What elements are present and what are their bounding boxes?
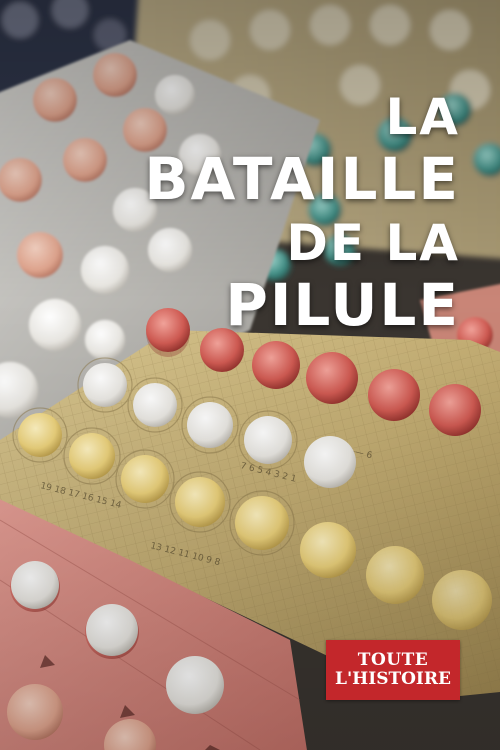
- title-line-1: LA: [385, 88, 460, 146]
- channel-logo-line-1: TOUTE: [357, 650, 429, 670]
- poster: 19 18 17 16 15 14 13 12 11 10 9 8 7 6 5 …: [0, 0, 500, 750]
- channel-logo-line-2: L'HISTOIRE: [335, 669, 451, 689]
- title-line-4: PILULE: [225, 271, 460, 339]
- title-line-3: DE LA: [286, 214, 460, 272]
- channel-logo: TOUTE L'HISTOIRE: [326, 640, 460, 700]
- title-line-2: BATAILLE: [144, 145, 460, 213]
